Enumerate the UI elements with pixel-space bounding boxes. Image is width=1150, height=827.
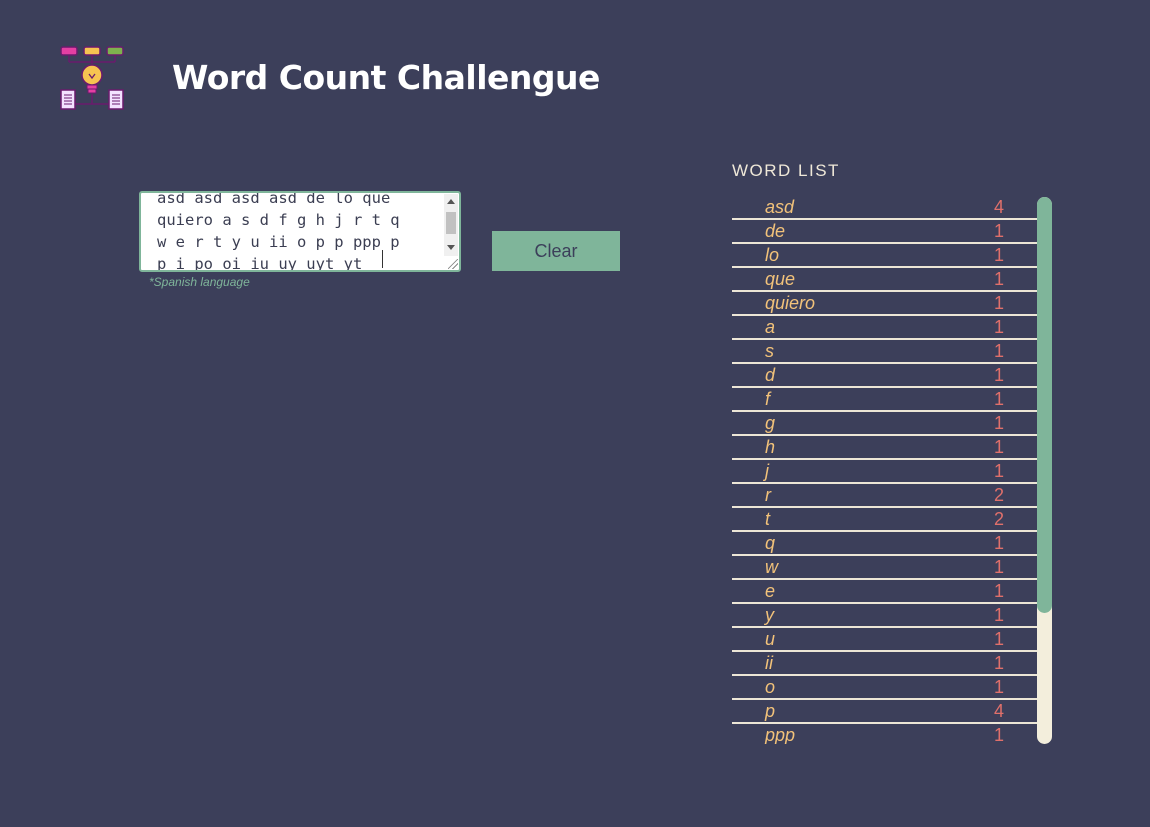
word-count: 1 (994, 533, 1005, 553)
word-count: 1 (994, 389, 1005, 409)
word-list-row: j1 (732, 460, 1037, 484)
word-list-row: s1 (732, 340, 1037, 364)
text-line: p i po oi iu uy uyt yt (157, 255, 363, 272)
word-list-row: p4 (732, 700, 1037, 724)
word-list-scrollbar[interactable] (1037, 197, 1052, 744)
word-label: w (765, 557, 778, 577)
word-list-row: f1 (732, 388, 1037, 412)
scroll-down-arrow-icon[interactable] (447, 245, 455, 250)
scroll-up-arrow-icon[interactable] (447, 199, 455, 204)
word-list-row: quiero 1 (732, 292, 1037, 316)
word-label: r (765, 485, 771, 505)
word-list-row: u1 (732, 628, 1037, 652)
language-note: *Spanish language (149, 275, 250, 289)
word-list-row: que 1 (732, 268, 1037, 292)
word-label: ii (765, 653, 773, 673)
word-label: quiero (765, 293, 816, 313)
word-count: 2 (994, 509, 1005, 529)
word-label: a (765, 317, 776, 337)
word-count: 1 (994, 725, 1005, 744)
word-count: 1 (994, 317, 1005, 337)
word-list-row: de 1 (732, 220, 1037, 244)
word-list-row: o1 (732, 676, 1037, 700)
word-list-row: r2 (732, 484, 1037, 508)
word-list-row: ppp 1 (732, 724, 1037, 744)
word-count: 2 (994, 485, 1005, 505)
word-list-row: t2 (732, 508, 1037, 532)
word-count: 4 (994, 197, 1005, 217)
word-label: p (765, 701, 776, 721)
text-input-area[interactable]: asd asd asd asd de lo que quiero a s d f … (139, 191, 461, 272)
text-line: w e r t y u ii o p p ppp p (157, 233, 400, 251)
word-label: y (765, 605, 774, 625)
word-label: t (765, 509, 771, 529)
word-label: que (765, 269, 796, 289)
word-list-scroll-thumb[interactable] (1037, 197, 1052, 613)
word-count: 1 (994, 557, 1005, 577)
word-label: d (765, 365, 776, 385)
word-list-row: asd 4 (732, 196, 1037, 220)
word-count: 1 (994, 581, 1005, 601)
word-label: g (765, 413, 776, 433)
word-count: 1 (994, 629, 1005, 649)
word-count: 1 (994, 605, 1005, 625)
word-label: o (765, 677, 776, 697)
word-list-row: h1 (732, 436, 1037, 460)
text-caret (382, 250, 383, 268)
word-count: 1 (994, 293, 1005, 313)
word-count: 1 (994, 437, 1005, 457)
word-list-row: d1 (732, 364, 1037, 388)
word-label: e (765, 581, 776, 601)
text-line: quiero a s d f g h j r t q (157, 211, 400, 229)
text-line: asd asd asd asd de lo que (157, 191, 391, 207)
word-list-row: w1 (732, 556, 1037, 580)
word-list: asd 4 de 1 lo 1 que 1 quiero 1 a1 s1 d1 f1 g1… (732, 196, 1037, 744)
word-count: 4 (994, 701, 1005, 721)
word-label: asd (765, 197, 795, 217)
word-label: f (765, 389, 771, 409)
word-label: ppp (765, 725, 796, 744)
word-label: u (765, 629, 776, 649)
text-input-content[interactable]: asd asd asd asd de lo que quiero a s d f … (157, 191, 437, 272)
word-label: j (765, 461, 769, 481)
word-count: 1 (994, 677, 1005, 697)
word-count: 1 (994, 653, 1005, 673)
word-count: 1 (994, 341, 1005, 361)
page-title: Word Count Challengue (172, 58, 600, 97)
word-list-row: g1 (732, 412, 1037, 436)
word-count: 1 (994, 461, 1005, 481)
clear-button[interactable]: Clear (492, 231, 620, 271)
word-list-heading: WORD LIST (732, 161, 840, 180)
word-count: 1 (994, 269, 1005, 289)
word-label: lo (765, 245, 780, 265)
word-count: 1 (994, 365, 1005, 385)
word-label: s (765, 341, 774, 361)
word-list-row: a1 (732, 316, 1037, 340)
textarea-scroll-thumb[interactable] (446, 212, 456, 234)
word-count: 1 (994, 245, 1005, 265)
word-label: de (765, 221, 786, 241)
word-list-row: e1 (732, 580, 1037, 604)
word-label: q (765, 533, 776, 553)
textarea-scrollbar[interactable] (444, 194, 458, 256)
word-list-row: ii 1 (732, 652, 1037, 676)
word-list-row: lo 1 (732, 244, 1037, 268)
word-count: 1 (994, 221, 1005, 241)
word-list-row: y1 (732, 604, 1037, 628)
word-label: h (765, 437, 776, 457)
word-list-row: q1 (732, 532, 1037, 556)
app-logo-icon (56, 44, 128, 116)
resize-handle-icon[interactable] (448, 259, 458, 269)
word-count: 1 (994, 413, 1005, 433)
